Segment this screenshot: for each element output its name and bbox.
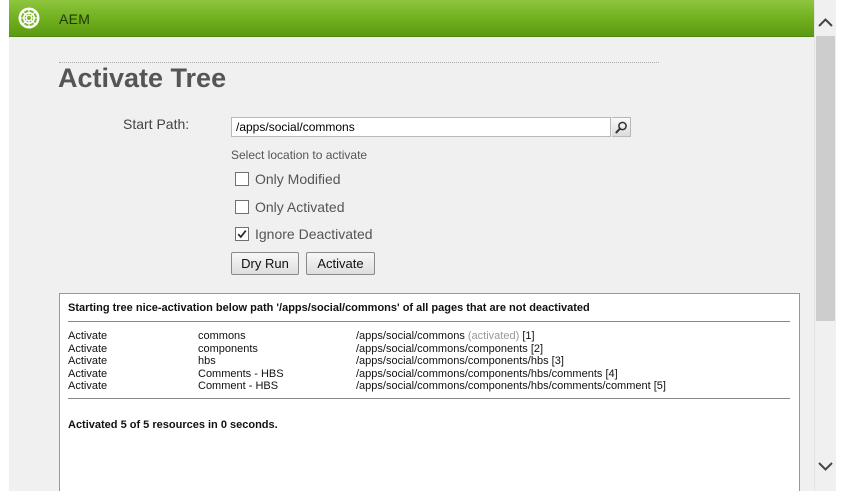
vertical-scrollbar[interactable] [814, 0, 836, 491]
log-title: Comments - HBS [198, 368, 284, 380]
log-action: Activate [68, 380, 108, 392]
page-viewport: AEM Activate Tree Start Path: Select loc… [9, 0, 814, 491]
log-divider-top [68, 321, 790, 322]
chevron-down-icon[interactable] [815, 457, 836, 477]
aem-logo-icon[interactable] [18, 7, 40, 29]
log-index: [4] [605, 368, 618, 380]
path-browse-button[interactable] [612, 117, 631, 137]
log-index: [5] [653, 380, 666, 392]
log-path: /apps/social/commons/components/hbs/comm… [356, 380, 651, 392]
log-action: Activate [68, 330, 108, 342]
dry-run-button[interactable]: Dry Run [231, 252, 299, 275]
log-divider-bottom [68, 398, 790, 399]
start-path-label: Start Path: [123, 116, 190, 132]
only-activated-checkbox[interactable] [235, 200, 249, 214]
checkmark-icon [237, 230, 247, 239]
window-frame-right [836, 0, 843, 499]
ignore-deactivated-checkbox[interactable] [235, 227, 249, 241]
log-title: Comment - HBS [198, 380, 279, 392]
start-path-input[interactable] [231, 117, 611, 137]
log-title: components [198, 343, 258, 355]
log-title: commons [198, 330, 246, 342]
search-icon [615, 121, 627, 134]
log-path: /apps/social/commons/components/hbs [356, 355, 549, 367]
log-path: /apps/social/commons [356, 330, 465, 342]
log-index: [2] [530, 343, 544, 355]
brand-name: AEM [59, 11, 91, 27]
log-header: Starting tree nice-activation below path… [68, 302, 590, 314]
log-action: Activate [68, 368, 108, 380]
log-summary: Activated 5 of 5 resources in 0 seconds. [68, 419, 278, 431]
log-path-cell: /apps/social/commons/components [2] [356, 343, 543, 355]
activate-button[interactable]: Activate [306, 252, 375, 275]
log-path-cell: /apps/social/commons (activated) [1] [356, 330, 535, 342]
top-bar: AEM [9, 0, 814, 37]
log-path: /apps/social/commons/components/hbs/comm… [356, 368, 603, 380]
chevron-up-icon[interactable] [815, 12, 836, 32]
log-row: Activate Comment - HBS /apps/social/comm… [60, 380, 799, 393]
log-index: [1] [522, 330, 535, 342]
log-row: Activate commons /apps/social/commons (a… [60, 330, 799, 343]
only-modified-checkbox[interactable] [235, 172, 249, 186]
log-path-cell: /apps/social/commons/components/hbs/comm… [356, 380, 666, 392]
scrollbar-thumb[interactable] [816, 36, 835, 321]
log-path-cell: /apps/social/commons/components/hbs [3] [356, 355, 564, 367]
activation-log: Starting tree nice-activation below path… [59, 293, 800, 491]
log-row: Activate hbs /apps/social/commons/compon… [60, 355, 799, 368]
log-index: [3] [551, 355, 564, 367]
log-path: /apps/social/commons/components [356, 343, 528, 355]
window-frame-bottom [0, 491, 843, 499]
log-action: Activate [68, 343, 108, 355]
path-hint: Select location to activate [231, 148, 368, 162]
log-status: (activated) [467, 330, 520, 342]
only-modified-label: Only Modified [255, 171, 341, 187]
log-action: Activate [68, 355, 108, 367]
ignore-deactivated-label: Ignore Deactivated [255, 226, 373, 242]
page-title: Activate Tree [58, 63, 227, 93]
log-title: hbs [198, 355, 216, 367]
only-activated-label: Only Activated [255, 199, 345, 215]
log-path-cell: /apps/social/commons/components/hbs/comm… [356, 368, 618, 380]
